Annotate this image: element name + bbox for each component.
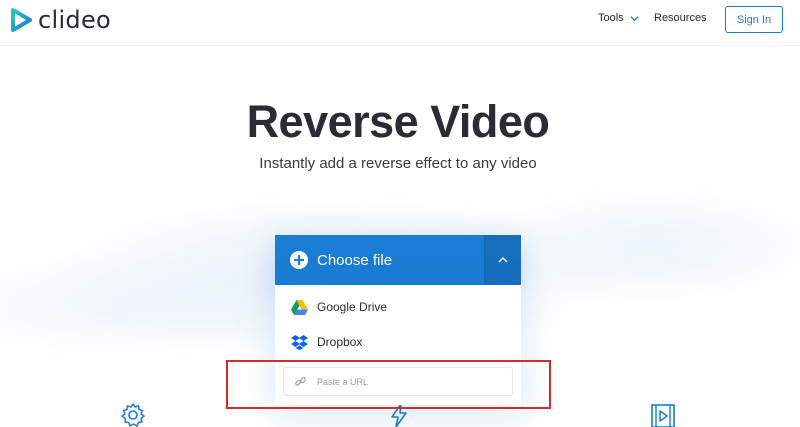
dropbox-option[interactable]: Dropbox [291, 332, 362, 352]
clideo-logo[interactable]: clideo [10, 8, 111, 32]
video-play-icon [651, 404, 675, 427]
chevron-up-icon [498, 257, 508, 263]
clideo-play-icon [11, 8, 32, 32]
nav-tools-menu[interactable]: Tools [598, 12, 639, 24]
lightning-icon [391, 403, 407, 427]
dropbox-label: Dropbox [317, 335, 363, 349]
dropbox-icon [291, 334, 308, 350]
feature-lightning [386, 402, 412, 427]
logo-text: clideo [38, 6, 112, 34]
google-drive-label: Google Drive [317, 300, 388, 314]
nav-tools-label: Tools [598, 12, 624, 24]
gear-icon [121, 403, 145, 427]
feature-gear [120, 402, 146, 427]
page-title: Reverse Video [246, 96, 550, 147]
choose-file-button[interactable]: Choose file [275, 235, 484, 285]
nav-resources-link[interactable]: Resources [654, 12, 707, 24]
page-subtitle: Instantly add a reverse effect to any vi… [259, 155, 537, 172]
choose-file-label: Choose file [317, 251, 393, 269]
chevron-down-icon [630, 15, 639, 21]
feature-video [650, 402, 676, 427]
google-drive-icon [291, 299, 308, 315]
paste-url-box [283, 367, 513, 396]
sign-in-button[interactable]: Sign In [725, 6, 783, 33]
google-drive-option[interactable]: Google Drive [291, 297, 387, 317]
upload-widget: Choose file [275, 235, 521, 285]
top-header: clideo Tools Resources Sign In [0, 0, 800, 46]
upload-options-toggle[interactable] [484, 235, 521, 285]
link-icon [295, 377, 306, 386]
upload-options-dropdown: Google Drive Dropbox [275, 285, 521, 405]
paste-url-input[interactable] [317, 376, 507, 387]
plus-icon [290, 251, 308, 269]
